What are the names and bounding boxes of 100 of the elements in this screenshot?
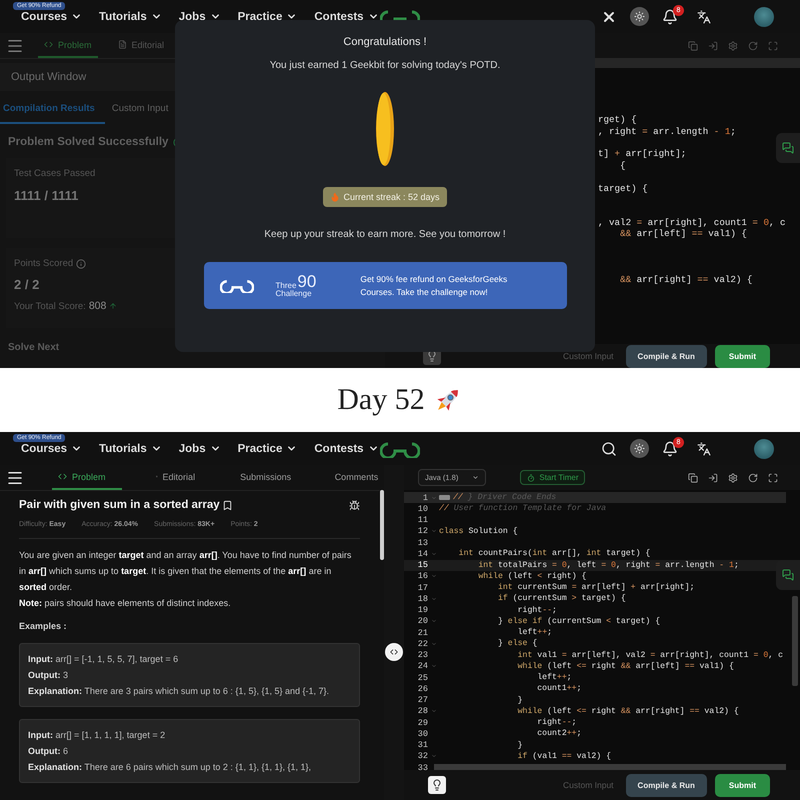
- dialog-title: Congratulations !: [343, 36, 427, 48]
- nav-menu-item[interactable]: Courses: [21, 10, 82, 22]
- compile-run-button[interactable]: Compile & Run: [626, 774, 707, 796]
- nav-menu-item[interactable]: Courses: [21, 442, 82, 454]
- status-message: Problem Solved Successfully: [8, 136, 168, 148]
- solve-next-heading: Solve Next: [8, 342, 60, 353]
- line-number: 15: [416, 560, 428, 570]
- promo-banner[interactable]: Three 90 Challenge Get 90% fee refund on GeeksforGeeks Courses. Take the challenge now!: [204, 262, 566, 309]
- bug-icon[interactable]: [349, 500, 360, 510]
- reset-icon[interactable]: [748, 472, 758, 482]
- code-line: // User function Template for Java: [439, 504, 606, 514]
- nav-menu-item[interactable]: Jobs: [178, 10, 221, 22]
- logo: [380, 440, 420, 458]
- line-number: 21: [416, 628, 428, 638]
- problem-tab[interactable]: Problem: [52, 465, 122, 490]
- start-timer-button[interactable]: Start Timer: [520, 470, 586, 485]
- timer-icon: [527, 474, 536, 482]
- examples-heading: Examples :: [19, 621, 68, 631]
- scrollbar[interactable]: [434, 764, 786, 770]
- test-cases-label: Test Cases Passed: [14, 168, 96, 179]
- scrollbar[interactable]: [792, 596, 798, 686]
- brand-number: 90: [297, 273, 316, 290]
- avatar[interactable]: [754, 438, 774, 458]
- caption: Day 52: [337, 383, 425, 417]
- code-line: class Solution {: [439, 526, 518, 536]
- line-number: 14: [416, 548, 428, 559]
- nav-menu-item[interactable]: Practice: [238, 442, 298, 454]
- avatar[interactable]: [754, 6, 774, 26]
- theme-toggle-button[interactable]: [630, 7, 649, 26]
- scrollbar[interactable]: [380, 490, 384, 560]
- line-number: 26: [416, 684, 428, 694]
- points-value: 2 / 2: [14, 277, 40, 292]
- code-fragment: rget) {: [598, 114, 637, 126]
- fullscreen-icon[interactable]: [768, 472, 778, 482]
- import-icon[interactable]: [708, 472, 718, 482]
- arrows-icon: [389, 647, 399, 657]
- line-number: 23: [416, 650, 428, 660]
- problem-tab[interactable]: Comments: [324, 465, 384, 490]
- promo-text: Get 90% fee refund on GeeksforGeeks Courses. Take the challenge now!: [360, 272, 508, 298]
- settings-icon[interactable]: [728, 472, 738, 482]
- info-icon[interactable]: [76, 258, 86, 268]
- translate-icon[interactable]: [697, 10, 711, 24]
- theme-toggle-button[interactable]: [630, 439, 649, 458]
- code-fragment: , val2 = arr[right], count1 = 0, c: [598, 216, 786, 228]
- code-line: count2++;: [536, 729, 582, 738]
- line-number: 19: [416, 605, 428, 616]
- line-number: 28: [416, 706, 428, 716]
- code-fragment: && arr[left] == val1) {: [619, 228, 747, 240]
- submit-button[interactable]: Submit: [714, 774, 770, 796]
- nav-menu-item[interactable]: Contests: [314, 10, 379, 22]
- translate-icon[interactable]: [697, 442, 711, 456]
- line-number: 20: [416, 616, 428, 626]
- line-number: 33: [416, 762, 428, 770]
- dialog-footer-text: Keep up your streak to earn more. See you tomorrow !: [264, 229, 506, 240]
- code-line: if (val1 == val2) {: [516, 752, 611, 761]
- sun-icon: [634, 443, 645, 454]
- line-number: 30: [416, 728, 428, 739]
- search-icon[interactable]: [601, 440, 617, 456]
- problem-tab[interactable]: Editorial: [150, 465, 202, 490]
- problem-tab[interactable]: Submissions: [229, 465, 296, 490]
- logo: [220, 278, 254, 294]
- nav-menu-item[interactable]: Contests: [314, 442, 379, 454]
- code-line: right--;: [516, 606, 557, 615]
- line-number: 10: [416, 504, 428, 514]
- line-number: 27: [416, 695, 428, 706]
- chat-icon: [782, 142, 794, 154]
- copy-icon[interactable]: [688, 472, 698, 482]
- compile-run-button[interactable]: Compile & Run: [626, 344, 707, 368]
- bookmark-icon[interactable]: [222, 500, 233, 510]
- line-number: 32: [416, 751, 428, 762]
- problem-note: Note: pairs should have elements of distinct indexes.: [19, 597, 232, 610]
- code-line: left++;: [516, 628, 552, 638]
- nav-menu-item[interactable]: Jobs: [178, 442, 221, 454]
- example-line: Explanation: There are 6 pairs which sum up to 2 : {1, 1}, {1, 1}, {1, 1},: [28, 761, 312, 774]
- arrow-up-icon: [109, 302, 118, 310]
- nav-menu-item[interactable]: Tutorials: [99, 442, 162, 454]
- chat-button[interactable]: [776, 133, 800, 163]
- folded-code-icon[interactable]: [439, 495, 450, 500]
- code-line: int countPairs(int arr[], int target) {: [458, 549, 650, 558]
- code-line: count1++;: [536, 684, 582, 694]
- notification-bell-icon[interactable]: [662, 8, 678, 24]
- example-line: Explanation: There are 3 pairs which sum up to 6 : {1, 5}, {1, 5} and {-1, 7}.: [28, 685, 330, 698]
- line-number: 11: [416, 515, 428, 526]
- code-line: int val1 = arr[left], val2 = arr[right], count1 = 0, c: [516, 650, 784, 660]
- code-fragment: {: [619, 160, 626, 171]
- submit-button[interactable]: Submit: [714, 344, 770, 368]
- code-line: }: [516, 740, 523, 750]
- code-line: } else if (currentSum < target) {: [496, 616, 660, 626]
- notification-bell-icon[interactable]: [662, 440, 678, 456]
- test-cases-value: 1111 / 1111: [14, 188, 78, 203]
- flame-icon: [330, 192, 340, 202]
- hint-button[interactable]: [428, 776, 446, 794]
- nav-menu-item[interactable]: Practice: [238, 10, 298, 22]
- line-number: 12: [416, 526, 428, 536]
- chat-button[interactable]: [776, 560, 800, 590]
- lightbulb-icon: [426, 350, 438, 362]
- nav-menu-item[interactable]: Tutorials: [99, 10, 162, 22]
- resize-handle[interactable]: [385, 643, 403, 661]
- code-line: int currentSum = arr[left] + arr[right];: [496, 583, 695, 592]
- line-number: 31: [416, 740, 428, 750]
